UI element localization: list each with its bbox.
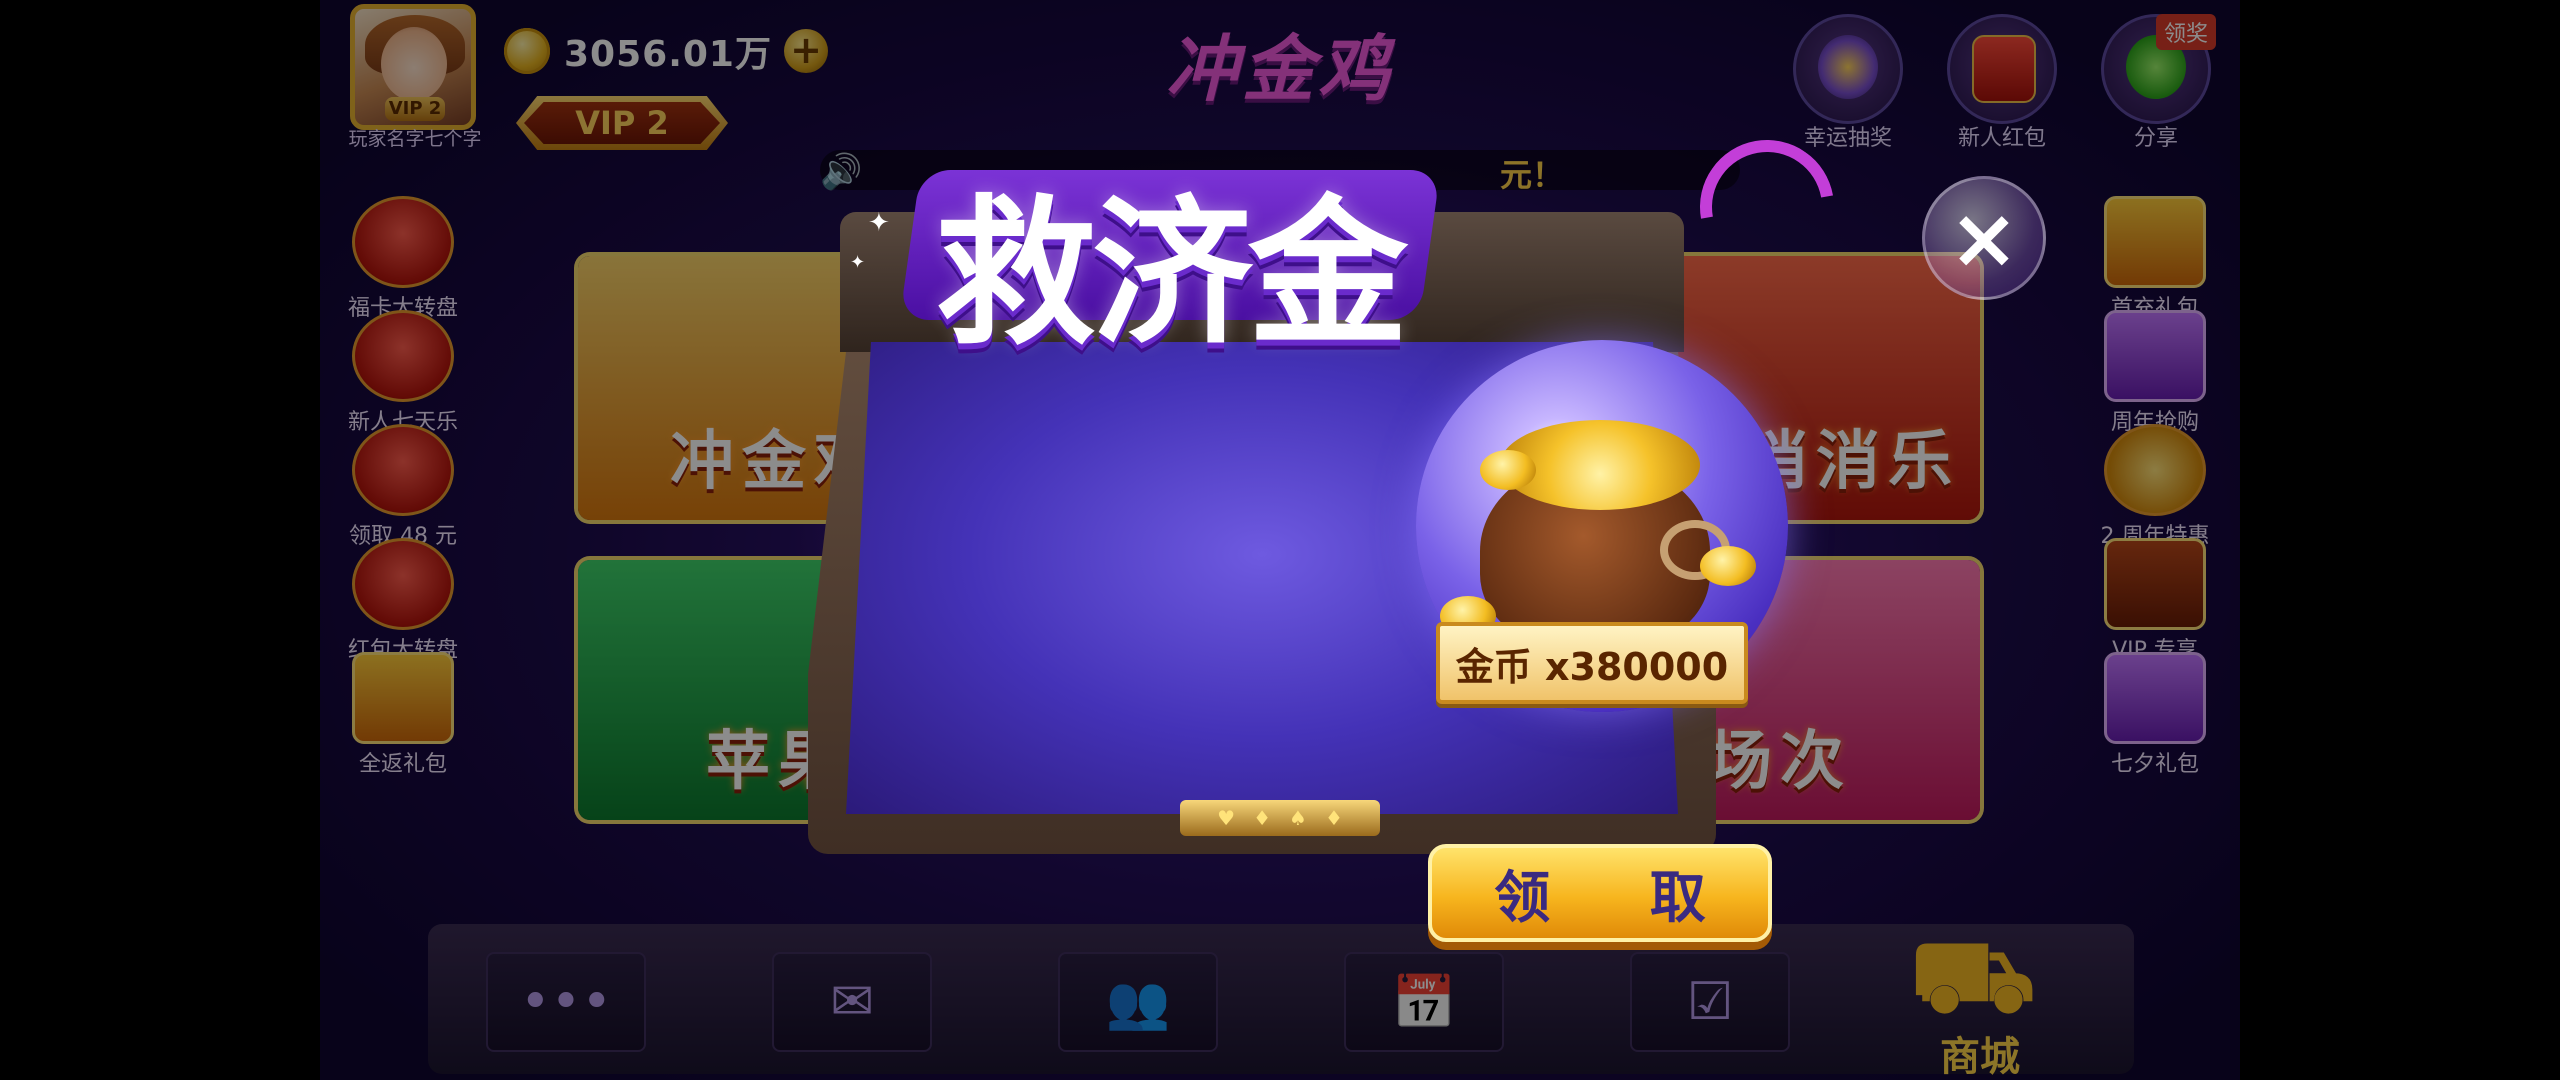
diamond-icon: ♦ <box>1324 806 1343 830</box>
coin-bag-icon <box>1440 420 1760 650</box>
claim-button[interactable]: 领 取 <box>1428 844 1772 942</box>
loose-coin-icon <box>1700 546 1756 586</box>
close-icon: × <box>1948 189 2020 287</box>
modal-title: 救济金 <box>935 180 1408 367</box>
game-lobby: VIP 2 玩家名字七个字 3056.01万 + VIP 2 冲金鸡 幸运抽奖 … <box>320 0 2240 1080</box>
heart-icon: ♥ <box>1217 806 1236 830</box>
sparkle-icon: ✦ <box>868 208 890 238</box>
reward-amount-label: 金币 x380000 <box>1436 622 1748 704</box>
loose-coin-icon <box>1480 450 1536 490</box>
relief-fund-modal: ♥ ♦ ♠ ♦ 救济金 ✦ ✦ × 金币 x380000 领 取 <box>320 0 2240 1080</box>
modal-title-banner: 救济金 <box>899 130 1441 367</box>
close-button[interactable]: × <box>1922 176 2046 300</box>
spade-icon: ♠ <box>1289 806 1307 830</box>
title-ribbon <box>1673 113 1861 301</box>
tray-clasp: ♥ ♦ ♠ ♦ <box>1180 800 1380 836</box>
diamond-icon: ♦ <box>1253 806 1271 830</box>
sparkle-icon: ✦ <box>850 252 866 273</box>
